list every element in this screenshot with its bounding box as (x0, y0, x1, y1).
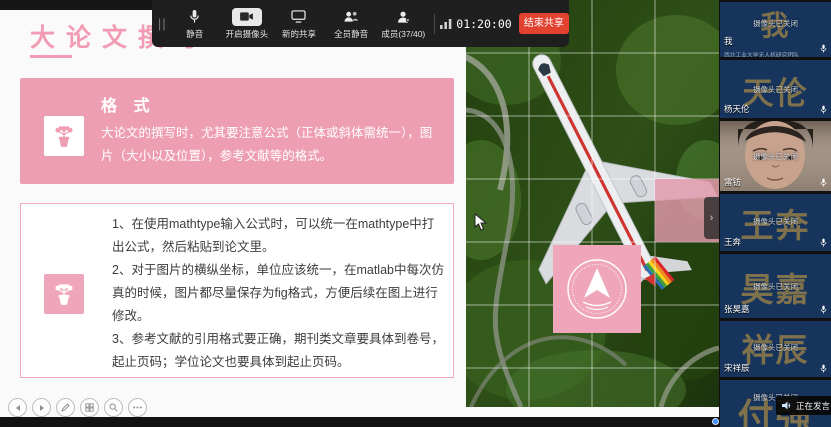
mute-button[interactable]: 静音 (169, 2, 221, 46)
previous-slide-button[interactable] (8, 398, 27, 417)
camera-off-label: 摄像头已关闭 (720, 84, 831, 95)
sidebar-collapse-button[interactable]: › (704, 197, 719, 239)
arrow-left-icon (14, 404, 22, 412)
pen-annotate-button[interactable] (56, 398, 75, 417)
presentation-controls (8, 398, 147, 417)
tip-item-1: 1、在使用mathtype输入公式时，可以统一在mathtype中打出公式，然后… (112, 213, 446, 259)
participants-sidebar: 我 摄像头已关闭 我 西北工业大学无人机研究团队 天伦 摄像头已关闭 杨天伦 (719, 0, 831, 427)
participant-name: 雷钫 (724, 176, 741, 188)
members-label: 成员(37/40) (381, 28, 425, 40)
new-share-label: 新的共享 (282, 28, 316, 40)
camera-off-label: 摄像头已关闭 (720, 342, 831, 353)
microphone-icon (188, 8, 201, 26)
speaker-icon (782, 401, 792, 410)
meeting-window: 大论文撰写 格 式 大论文的撰写时，尤其要注意公式（正体或斜体需统一），图片（大… (0, 0, 831, 427)
signal-bars-icon (440, 18, 452, 29)
chevron-right-icon: › (710, 212, 714, 224)
participant-tile[interactable]: 天伦 摄像头已关闭 杨天伦 (720, 60, 831, 118)
tip-item-2: 2、对于图片的横纵坐标，单位应该统一，在matlab中每次仿真的时候，图片都尽量… (112, 259, 446, 328)
mic-muted-icon (820, 105, 827, 114)
participant-tile-me[interactable]: 我 摄像头已关闭 我 西北工业大学无人机研究团队 (720, 2, 831, 57)
mute-label: 静音 (186, 28, 203, 40)
new-share-button[interactable]: 新的共享 (273, 2, 325, 46)
screen-share-icon (291, 8, 306, 26)
camera-off-label: 摄像头已关闭 (720, 151, 831, 162)
speaking-toast: 正在发言 (776, 396, 831, 415)
toolbar-separator (434, 14, 435, 34)
notification-dot (712, 418, 719, 425)
members-button[interactable]: 成员(37/40) (377, 2, 429, 46)
flower-pot-icon (44, 274, 84, 314)
pen-icon (61, 403, 70, 412)
meeting-timer: 01:20:00 (456, 17, 511, 31)
camera-label: 开启摄像头 (226, 28, 269, 40)
camera-off-label: 摄像头已关闭 (720, 18, 831, 29)
mic-muted-icon (820, 305, 827, 314)
camera-icon (232, 8, 262, 26)
participant-org: 西北工业大学无人机研究团队 (724, 51, 799, 57)
ellipsis-icon (133, 406, 142, 409)
mic-muted-icon (820, 238, 827, 247)
camera-off-label: 摄像头已关闭 (720, 281, 831, 292)
arrow-right-icon (38, 404, 46, 412)
mute-all-label: 全员静音 (334, 28, 368, 40)
tips-box: 1、在使用mathtype输入公式时，可以统一在mathtype中打出公式，然后… (20, 203, 454, 378)
end-share-button[interactable]: 结束共享 (519, 13, 569, 34)
mic-muted-icon (820, 364, 827, 373)
participant-name: 我 (724, 35, 733, 47)
bottom-strip (0, 417, 831, 427)
speaking-label: 正在发言 (796, 400, 830, 412)
next-slide-button[interactable] (32, 398, 51, 417)
mute-all-button[interactable]: 全员静音 (325, 2, 377, 46)
camera-off-label: 摄像头已关闭 (720, 216, 831, 227)
format-box: 格 式 大论文的撰写时，尤其要注意公式（正体或斜体需统一），图片（大小以及位置）… (20, 78, 454, 184)
participant-name: 张昊嘉 (724, 303, 750, 315)
participant-tile[interactable]: 王奔 摄像头已关闭 王奔 (720, 194, 831, 251)
magnifier-icon (109, 403, 118, 412)
slide-grid-icon (85, 403, 94, 412)
mouse-cursor (474, 213, 488, 231)
people-icon (343, 8, 359, 26)
mic-muted-icon (820, 178, 827, 187)
meeting-toolbar: || 静音 开启摄像头 新的共享 全员静音 (152, 0, 569, 47)
participant-name: 杨天伦 (724, 103, 750, 115)
zoom-slide-button[interactable] (104, 398, 123, 417)
camera-button[interactable]: 开启摄像头 (221, 2, 273, 46)
all-slides-button[interactable] (80, 398, 99, 417)
tip-item-3: 3、参考文献的引用格式要正确，期刊类文章要具体到卷号，起止页码；学位论文也要具体… (112, 328, 446, 374)
slide-photo-airplane-aerial (466, 0, 719, 407)
participant-name: 王奔 (724, 236, 741, 248)
more-options-button[interactable] (128, 398, 147, 417)
mic-muted-icon (820, 44, 827, 53)
participant-name: 宋祥辰 (724, 362, 750, 374)
flower-pot-icon (44, 116, 84, 156)
participant-tile[interactable]: 昊嘉 摄像头已关闭 张昊嘉 (720, 254, 831, 318)
participant-tile-video[interactable]: 摄像头已关闭 雷钫 (720, 121, 831, 191)
title-underline (30, 55, 72, 58)
format-box-heading: 格 式 (101, 92, 155, 116)
format-box-body: 大论文的撰写时，尤其要注意公式（正体或斜体需统一），图片（大小以及位置），参考文… (101, 122, 437, 168)
toolbar-drag-handle[interactable]: || (156, 16, 169, 31)
member-icon (397, 8, 410, 26)
university-logo-stamp (553, 245, 641, 333)
participant-tile[interactable]: 祥辰 摄像头已关闭 宋祥辰 (720, 321, 831, 377)
